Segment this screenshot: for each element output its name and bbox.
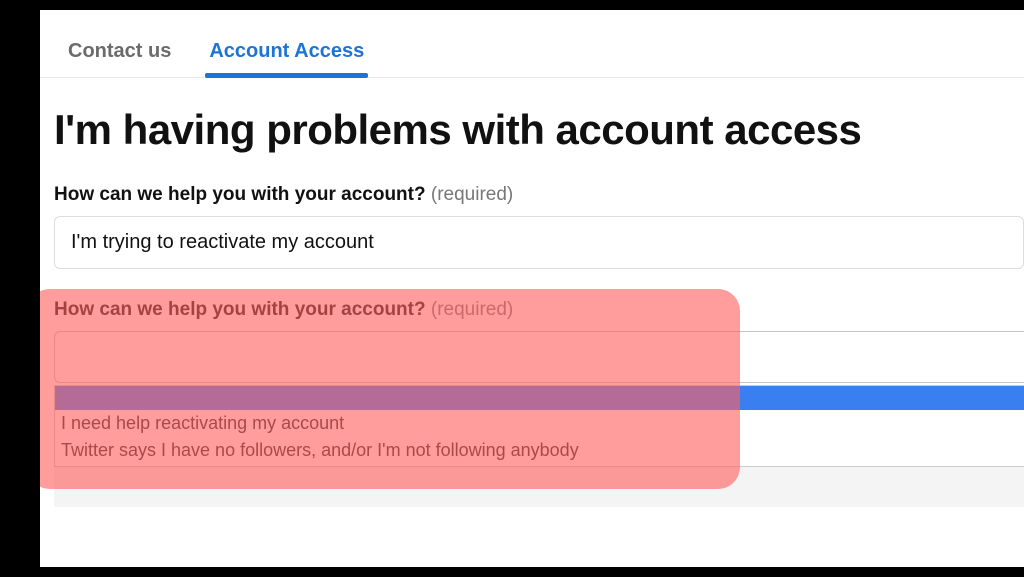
tab-contact-us[interactable]: Contact us [68,40,171,77]
field1-label: How can we help you with your account? (… [40,184,1024,206]
field1-select[interactable]: I'm trying to reactivate my account [54,216,1024,269]
page-footer-area [54,467,1024,507]
field2-dropdown: I need help reactivating my account Twit… [54,385,1024,467]
dropdown-option-followers[interactable]: Twitter says I have no followers, and/or… [55,437,1024,464]
tab-account-access[interactable]: Account Access [209,40,364,77]
field2-required: (required) [431,299,513,320]
page-container: Contact us Account Access I'm having pro… [40,10,1024,567]
tab-bar: Contact us Account Access [40,40,1024,78]
dropdown-option-blank[interactable] [55,386,1024,410]
field2-label-text: How can we help you with your account? [54,299,426,320]
field2-label: How can we help you with your account? (… [54,299,1024,321]
field2-section: How can we help you with your account? (… [40,299,1024,507]
field1-label-text: How can we help you with your account? [54,184,426,205]
field2-select[interactable] [54,331,1024,383]
dropdown-option-reactivate[interactable]: I need help reactivating my account [55,410,1024,437]
page-title: I'm having problems with account access [40,106,1024,154]
field1-required: (required) [431,184,513,205]
